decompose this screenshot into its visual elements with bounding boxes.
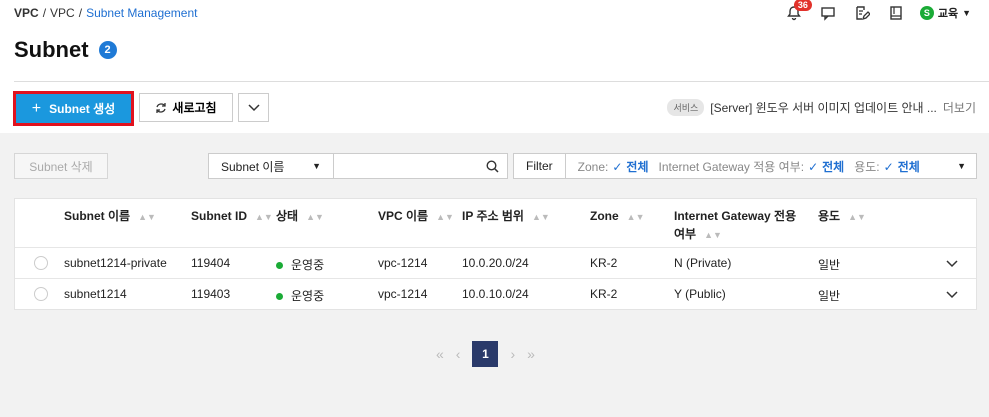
cell-igw: Y (Public) [674,287,726,301]
search-icon[interactable] [486,159,499,173]
sort-icon: ▲▼ [306,212,324,222]
column-header-id[interactable]: Subnet ID ▲▼ [191,207,273,226]
check-icon: ✓ [808,159,819,174]
plus-icon: + [31,99,42,117]
cell-name: subnet1214-private [64,256,167,270]
cell-ip: 10.0.20.0/24 [462,256,529,270]
last-page-icon[interactable]: » [527,346,535,362]
cell-id: 119403 [191,287,231,301]
sort-icon: ▲▼ [138,212,156,222]
cell-status: 운영중 [276,256,324,273]
cell-zone: KR-2 [590,287,618,301]
book-icon[interactable] [886,4,906,22]
notice-bar: 서비스 [Server] 윈도우 서버 이미지 업데이트 안내 ... 더보기 [667,99,976,116]
page-title-text: Subnet [14,37,89,62]
column-header-status[interactable]: 상태 ▲▼ [276,207,324,226]
breadcrumb-separator: / [78,6,83,20]
first-page-icon[interactable]: « [436,346,444,362]
more-actions-button[interactable] [238,93,269,122]
row-radio[interactable] [34,287,48,301]
refresh-icon [156,102,167,113]
cell-ip: 10.0.10.0/24 [462,287,529,301]
search-field-select[interactable]: Subnet 이름 ▼ [208,153,334,179]
caret-down-icon[interactable]: ▼ [957,161,966,171]
sort-icon: ▲▼ [531,212,550,222]
create-subnet-button[interactable]: + Subnet 생성 [16,94,131,123]
divider [14,81,989,82]
status-dot [276,262,283,270]
cell-vpc: vpc-1214 [378,256,428,270]
caret-down-icon: ▼ [312,161,321,171]
delete-subnet-button[interactable]: Subnet 삭제 [14,153,108,179]
chevron-down-icon[interactable] [946,285,958,303]
highlight-box: + Subnet 생성 [13,91,134,126]
cell-igw: N (Private) [674,256,732,270]
cell-usage: 일반 [818,258,841,272]
cell-name: subnet1214 [64,287,127,301]
avatar: S [919,6,934,20]
table-row[interactable]: subnet1214 119403 운영중 vpc-1214 10.0.10.0… [15,278,976,309]
notice-text[interactable]: [Server] 윈도우 서버 이미지 업데이트 안내 ... [710,99,937,116]
chevron-down-icon[interactable] [946,254,958,272]
refresh-label: 새로고침 [172,101,217,115]
column-header-zone[interactable]: Zone ▲▼ [590,207,645,226]
column-header-igw[interactable]: Internet Gateway 전용 여부 ▲▼ [674,207,796,244]
subnet-table: Subnet 이름 ▲▼ Subnet ID ▲▼ 상태 ▲▼ VPC 이름 ▲▼ IP… [14,198,977,310]
sort-icon: ▲▼ [255,212,273,222]
next-page-icon[interactable]: › [510,346,515,362]
column-header-name[interactable]: Subnet 이름 ▲▼ [64,207,156,226]
search-input[interactable] [333,153,508,179]
status-dot [276,293,283,301]
breadcrumb-separator: / [42,6,47,20]
pagination: « ‹ 1 › » [436,341,535,367]
edit-document-icon[interactable] [852,4,872,22]
top-icons: 36 S 교육 ▼ [784,0,971,22]
notification-badge: 36 [793,0,812,11]
zone-filter[interactable]: Zone: ✓ 전체 [578,158,649,175]
chat-icon[interactable] [818,4,838,22]
user-menu[interactable]: S 교육 ▼ [919,5,971,21]
sort-icon: ▲▼ [626,212,645,222]
table-row[interactable]: subnet1214-private 119404 운영중 vpc-1214 1… [15,247,976,278]
usage-filter[interactable]: 용도: ✓ 전체 [854,158,920,175]
sort-icon: ▲▼ [704,230,722,240]
cell-id: 119404 [191,256,231,270]
cell-vpc: vpc-1214 [378,287,428,301]
cell-usage: 일반 [818,289,841,303]
refresh-button[interactable]: 새로고침 [139,93,233,122]
chevron-down-icon [247,103,260,111]
count-badge: 2 [98,41,117,59]
igw-filter[interactable]: Internet Gateway 적용 여부: ✓ 전체 [659,158,845,175]
column-header-usage[interactable]: 용도 ▲▼ [818,207,866,226]
column-header-ip[interactable]: IP 주소 범위 ▲▼ [462,207,550,226]
user-name: 교육 [937,8,959,20]
caret-down-icon: ▼ [962,8,971,18]
sort-icon: ▲▼ [436,212,454,222]
create-subnet-label: Subnet 생성 [49,102,116,116]
column-header-vpc[interactable]: VPC 이름 ▲▼ [378,207,454,226]
cell-zone: KR-2 [590,256,618,270]
filter-items: Zone: ✓ 전체 Internet Gateway 적용 여부: ✓ 전체 용도: ✓… [566,158,957,175]
notice-tag: 서비스 [667,99,705,116]
notice-more-link[interactable]: 더보기 [943,99,976,116]
check-icon: ✓ [612,159,623,174]
row-radio[interactable] [34,256,48,270]
bell-icon[interactable]: 36 [784,0,812,22]
breadcrumb-root[interactable]: VPC [14,6,39,20]
breadcrumb-vpc[interactable]: VPC [50,6,75,20]
breadcrumb: VPC / VPC / Subnet Management [14,6,197,20]
sort-icon: ▲▼ [848,212,866,222]
page-current[interactable]: 1 [472,341,499,367]
search-field-value: Subnet 이름 [221,159,285,174]
breadcrumb-current[interactable]: Subnet Management [86,6,197,20]
page-title: Subnet 2 [14,37,117,63]
cell-status: 운영중 [276,287,324,304]
check-icon: ✓ [883,159,894,174]
filter-bar[interactable]: Filter Zone: ✓ 전체 Internet Gateway 적용 여부: ✓… [513,153,977,179]
filter-label[interactable]: Filter [514,154,566,178]
prev-page-icon[interactable]: ‹ [456,346,461,362]
